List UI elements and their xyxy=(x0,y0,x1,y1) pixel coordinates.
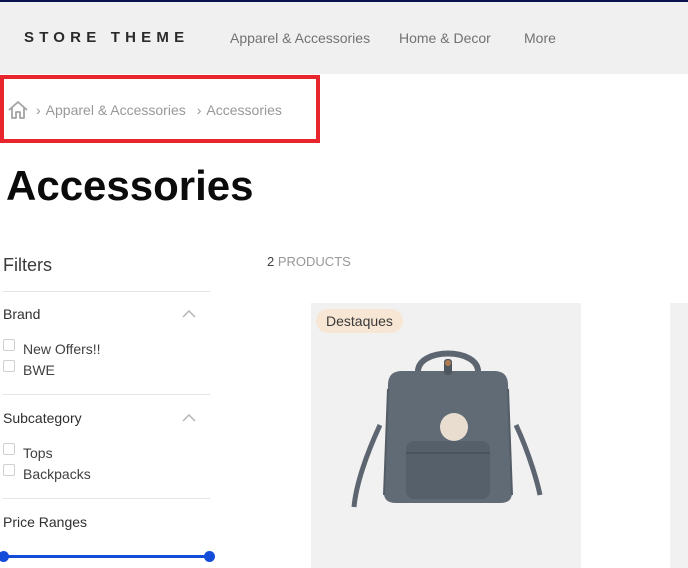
nav-more[interactable]: More xyxy=(524,30,556,46)
price-slider-min-handle[interactable] xyxy=(0,551,9,562)
brand-filter-label[interactable]: Brand xyxy=(3,306,40,322)
checkbox[interactable] xyxy=(3,339,15,351)
product-card[interactable] xyxy=(670,303,688,568)
option-label: New Offers!! xyxy=(23,341,101,357)
product-count-number: 2 xyxy=(267,254,275,269)
price-slider-max-handle[interactable] xyxy=(204,551,215,562)
breadcrumb-separator: › xyxy=(196,102,202,118)
checkbox[interactable] xyxy=(3,464,15,476)
option-label: BWE xyxy=(23,362,55,378)
product-badge: Destaques xyxy=(316,309,403,333)
site-header: STORE THEME Apparel & Accessories Home &… xyxy=(0,2,688,74)
subcategory-option-backpacks[interactable]: Backpacks xyxy=(3,464,91,482)
nav-home-decor[interactable]: Home & Decor xyxy=(399,30,491,46)
backpack-image[interactable] xyxy=(348,345,548,515)
divider xyxy=(3,498,210,499)
store-logo[interactable]: STORE THEME xyxy=(24,29,189,46)
subcategory-option-tops[interactable]: Tops xyxy=(3,443,53,461)
option-label: Backpacks xyxy=(23,466,91,482)
breadcrumb-separator: › xyxy=(36,102,41,118)
product-count: 2 PRODUCTS xyxy=(267,254,351,269)
divider xyxy=(3,291,210,292)
chevron-up-icon[interactable] xyxy=(182,310,196,318)
breadcrumb-accessories[interactable]: Accessories xyxy=(206,102,281,118)
chevron-up-icon[interactable] xyxy=(182,414,196,422)
price-slider-track[interactable] xyxy=(3,555,210,558)
checkbox[interactable] xyxy=(3,360,15,372)
price-ranges-label[interactable]: Price Ranges xyxy=(3,514,87,530)
breadcrumb-apparel-accessories[interactable]: Apparel & Accessories xyxy=(46,102,186,118)
page-title: Accessories xyxy=(6,162,254,209)
brand-option-bwe[interactable]: BWE xyxy=(3,360,55,378)
nav-apparel-accessories[interactable]: Apparel & Accessories xyxy=(230,30,370,46)
brand-option-new-offers[interactable]: New Offers!! xyxy=(3,339,101,357)
checkbox[interactable] xyxy=(3,443,15,455)
product-count-label: PRODUCTS xyxy=(277,254,351,269)
option-label: Tops xyxy=(23,445,53,461)
breadcrumb: › Apparel & Accessories › Accessories xyxy=(7,98,282,122)
subcategory-filter-label[interactable]: Subcategory xyxy=(3,410,82,426)
home-icon[interactable] xyxy=(7,100,29,120)
filters-title: Filters xyxy=(3,255,52,275)
divider xyxy=(3,394,210,395)
